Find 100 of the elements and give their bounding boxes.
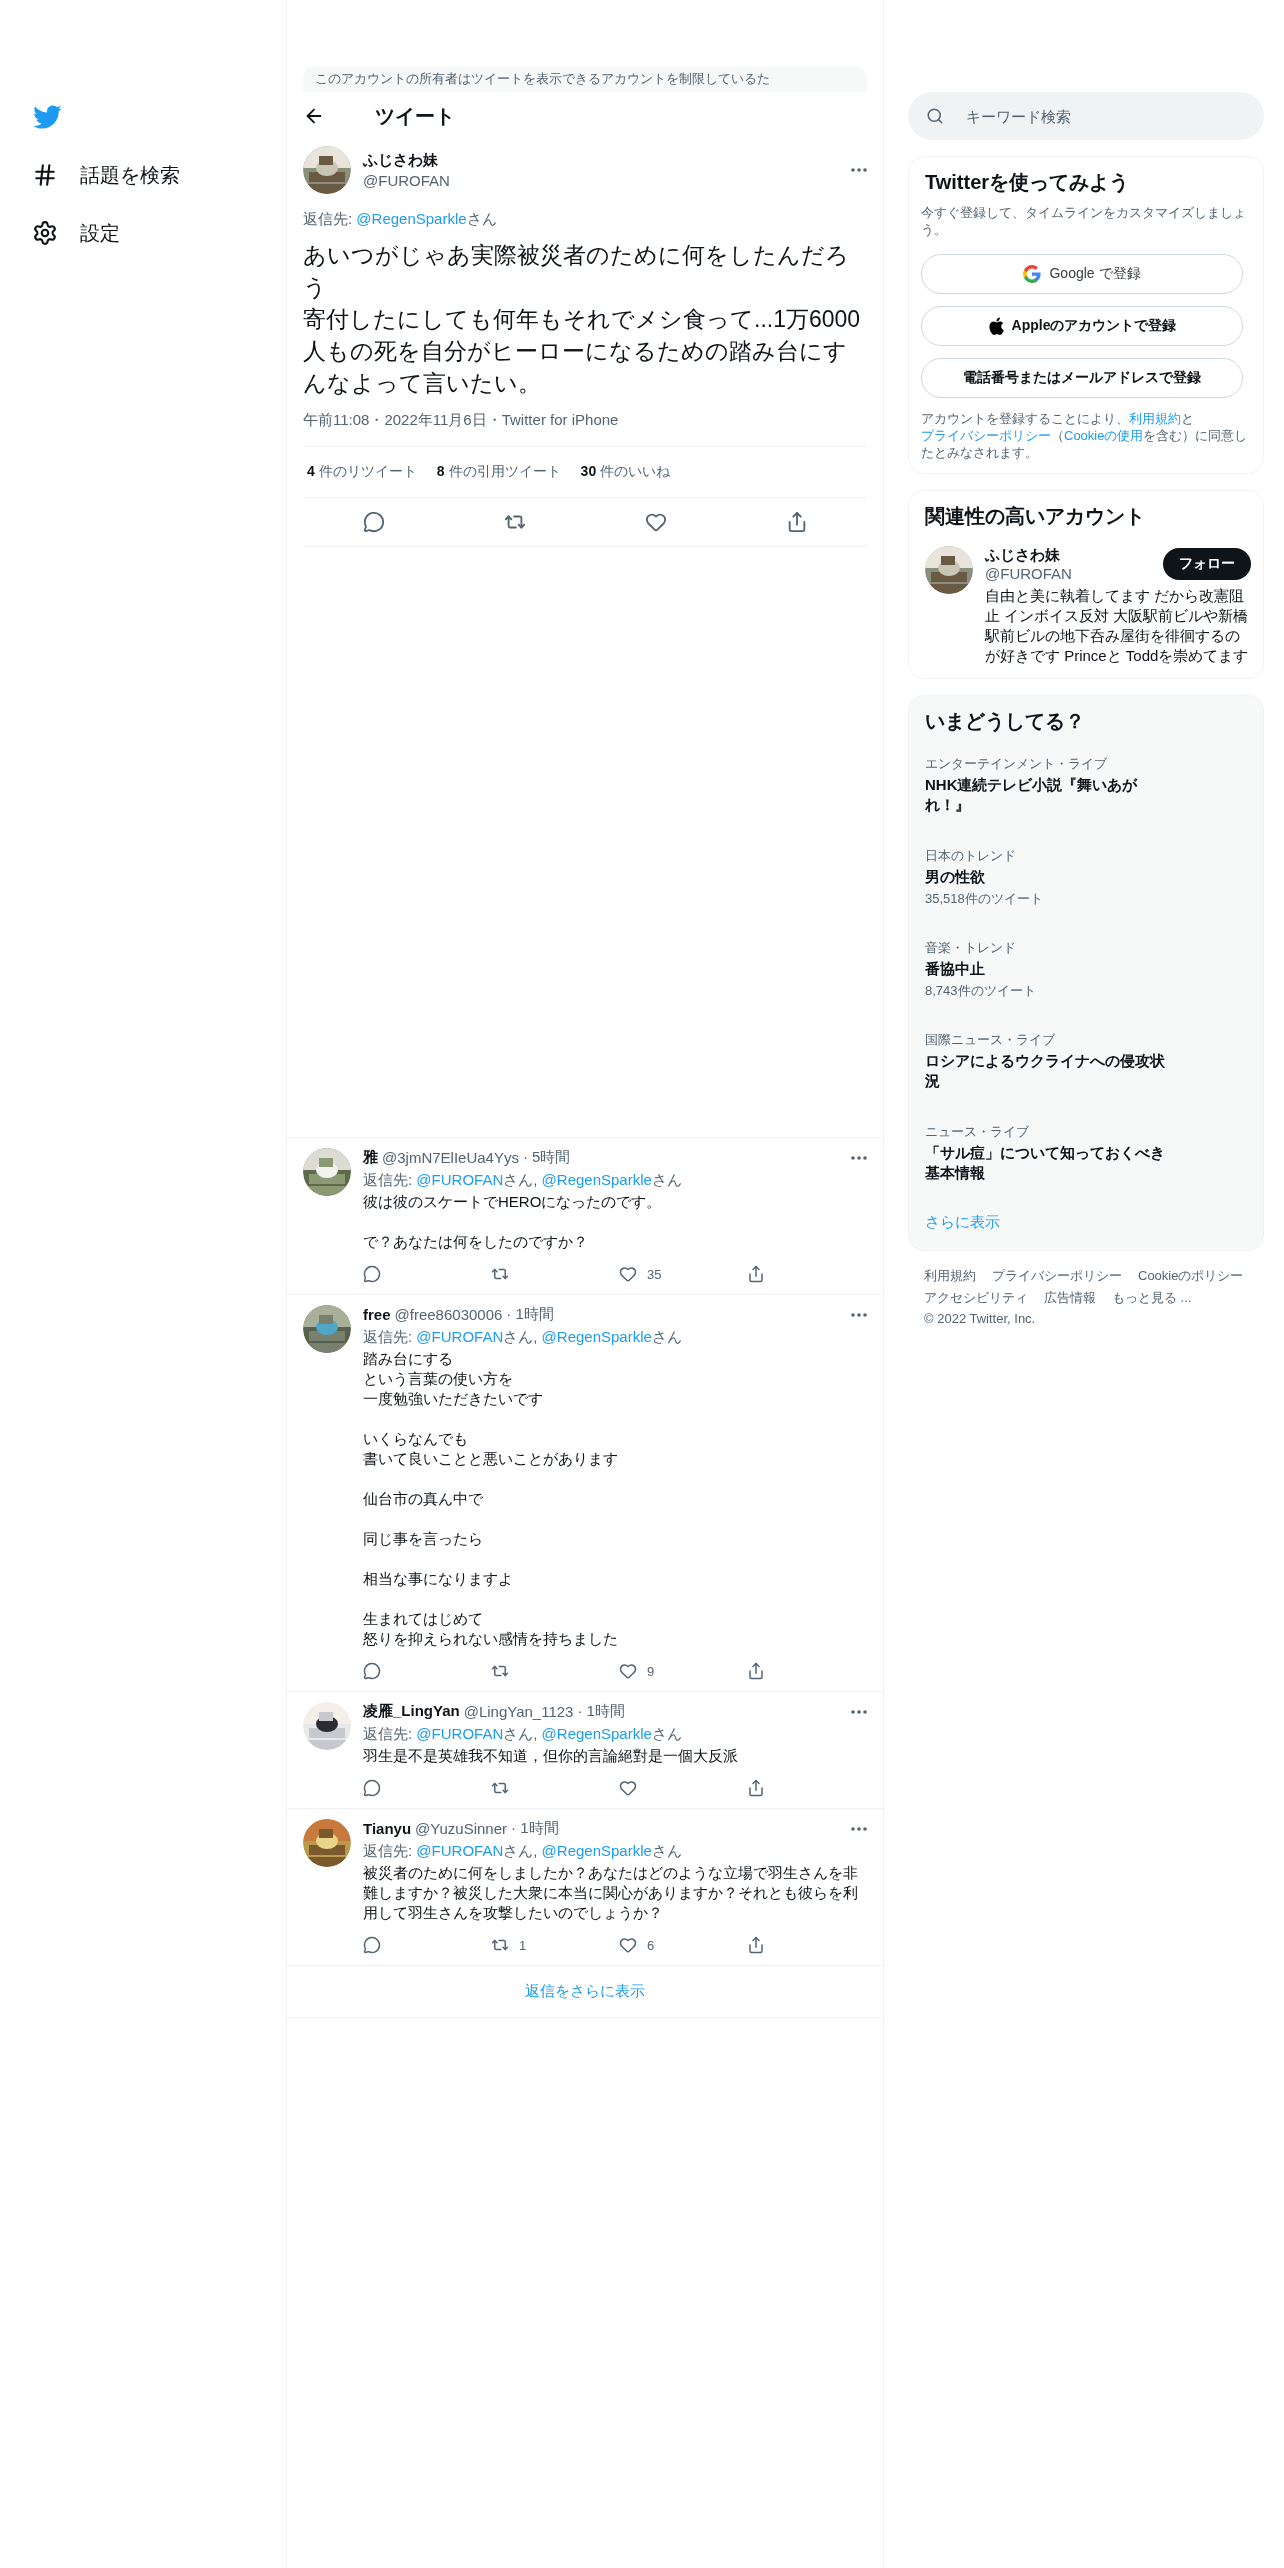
post-time: · 1時間 [511,1819,559,1838]
more-button[interactable] [851,168,867,172]
text-line: 羽生是不是英雄我不知道，但你的言論絕對是一個大反派 [363,1746,739,1766]
trend-context: エンターテインメント・ライブ [925,755,1108,772]
text-line: 相当な事になりますよ [363,1569,514,1589]
share-icon [747,1779,765,1797]
text-line: いくらなんでも [363,1429,469,1449]
stat-link[interactable]: 4 件のリツイート [307,463,417,481]
like-button[interactable]: 9 [619,1662,747,1680]
follow-button[interactable]: フォロー [1163,548,1251,580]
card-title: Twitterを使ってみよう [925,170,1131,195]
reply-to-line: 返信先: @FUROFANさん, @RegenSparkleさん [363,1725,683,1744]
trend-title: 男の性欲 [925,867,986,887]
post-time: · 5時間 [522,1148,571,1167]
account-bio: 自由と美に執着してます だから改憲阻止 インボイス反対 大阪駅前ビルや新橋駅前ビルの地下呑み屋街を徘徊するのが好きです Princeと Toddを崇めてます [985,586,1250,666]
trend-item[interactable]: 国際ニュース・ライブ ロシアによるウクライナへの侵攻状況 [921,1019,1169,1111]
text-line: 仙台市の真ん中で [363,1489,484,1509]
text-line: 踏み台にする [363,1349,454,1369]
share-button[interactable] [747,1779,765,1797]
share-button[interactable] [747,1662,765,1680]
like-button[interactable]: 6 [619,1936,747,1954]
trend-item[interactable]: 日本のトレンド 男の性欲 35,518件のツイート [921,835,1169,927]
text-line: あいつがじゃあ実際被災者のために何をしたんだろう [303,241,850,302]
trend-title: 「サル痘」について知っておくべき基本情報 [925,1143,1165,1183]
stat-link[interactable]: 30 件のいいね [580,463,671,481]
reply-to-line: 返信先: @FUROFANさん, @RegenSparkleさん [363,1171,683,1190]
search-icon [926,107,944,125]
signup-button[interactable]: 電話番号またはメールアドレスで登録 [921,358,1243,398]
footer-link[interactable]: もっと見る ... [1112,1289,1192,1307]
footer-link[interactable]: Cookieのポリシー [1138,1267,1244,1285]
text-line: で？あなたは何をしたのですか？ [363,1232,589,1252]
text-line: 怒りを抑えられない感情を持ちました [363,1629,619,1649]
more-button[interactable] [851,1312,867,1317]
more-button[interactable] [851,1709,867,1714]
card-title: 関連性の高いアカウント [925,504,1146,529]
post-time: · 1時間 [506,1305,554,1324]
more-button[interactable] [851,1155,867,1160]
heart-icon [644,511,667,533]
like-button[interactable]: 35 [619,1265,747,1283]
reply-icon [363,1936,381,1954]
trend-item[interactable]: ニュース・ライブ 「サル痘」について知っておくべき基本情報 [921,1111,1169,1203]
more-icon [851,1312,867,1317]
heart-icon [619,1662,637,1680]
settings-icon [32,220,58,246]
google-g-icon [1023,265,1042,283]
trend-item[interactable]: 音楽・トレンド 番協中止 8,743件のツイート [921,927,1169,1019]
page-title: ツイート [375,103,455,129]
signup-button[interactable]: Google で登録 [921,254,1243,294]
reply-icon [363,1779,381,1797]
trend-context: 音楽・トレンド [925,939,1017,956]
text-line: 生まれてはじめて [363,1609,484,1629]
author-handle: @free86030006 [394,1306,503,1323]
nav-item[interactable]: 話題を検索 [32,146,286,204]
author-name: 雅 [363,1148,378,1167]
tweet-meta: 午前11:08・2022年11月6日・Twitter for iPhone [303,411,620,430]
nav-item[interactable]: 設定 [32,204,286,262]
text-line: 同じ事を言ったら [363,1529,484,1549]
heart-icon [619,1936,637,1954]
reply-button[interactable] [362,511,385,533]
footer-link[interactable]: 利用規約 [924,1267,976,1285]
more-button[interactable] [851,1826,867,1831]
heart-icon [619,1265,637,1283]
text-line: 一度勉強いただきたいです [363,1389,544,1409]
footer-link[interactable]: プライバシーポリシー [992,1267,1122,1285]
signup-button[interactable]: Appleのアカウントで登録 [921,306,1243,346]
hashtag-icon [32,162,58,188]
more-icon [851,1709,867,1714]
trend-context: 日本のトレンド [925,847,1017,864]
more-icon [851,1826,867,1831]
share-icon [747,1936,765,1954]
copyright-text: © 2022 Twitter, Inc. [924,1311,1036,1326]
search-field[interactable]: キーワード検索 [908,92,1264,140]
signup-subtitle: 今すぐ登録して、タイムラインをカスタマイズしましょう。 [921,204,1247,238]
footer-link[interactable]: 広告情報 [1044,1289,1096,1307]
like-button[interactable] [644,511,667,533]
reply-to-line: 返信先: @FUROFANさん, @RegenSparkleさん [363,1842,683,1861]
author-name: Tianyu [363,1820,412,1837]
account-name: ふじさわ妹 [985,546,1061,565]
trend-context: 国際ニュース・ライブ [925,1031,1056,1048]
trend-title: 番協中止 [925,959,986,979]
stat-link[interactable]: 8 件の引用ツイート [436,463,561,481]
trend-item[interactable]: エンターテインメント・ライブ NHK連続テレビ小説『舞いあがれ！』 [921,743,1169,835]
author-name: 凌雁_LingYan [363,1702,460,1721]
share-button[interactable] [747,1265,765,1283]
share-icon [747,1662,765,1680]
footer-link[interactable]: アクセシビリティ [924,1289,1028,1307]
heart-icon [619,1779,637,1797]
trend-count: 35,518件のツイート [925,890,1044,907]
more-icon [851,1155,867,1160]
card-title: いまどうしてる？ [925,709,1086,734]
share-button[interactable] [747,1936,765,1954]
apple-logo-icon [987,317,1004,335]
retweet-button[interactable]: 1 [491,1936,619,1954]
reply-icon [363,1265,381,1283]
share-icon [747,1265,765,1283]
text-line: 被災者のために何をしましたか？あなたはどのような立場で羽生さんを非難しますか？被災した大衆に本当に関心がありますか？それとも彼らを利用して羽生さんを攻撃したいのでしょうか？ [363,1863,859,1923]
author-handle: @LingYan_1123 [463,1703,574,1720]
text-line: 彼は彼のスケートでHEROになったのです。 [363,1192,663,1212]
account-handle: @FUROFAN [985,565,1073,582]
author-handle: @YuzuSinner [415,1820,508,1837]
